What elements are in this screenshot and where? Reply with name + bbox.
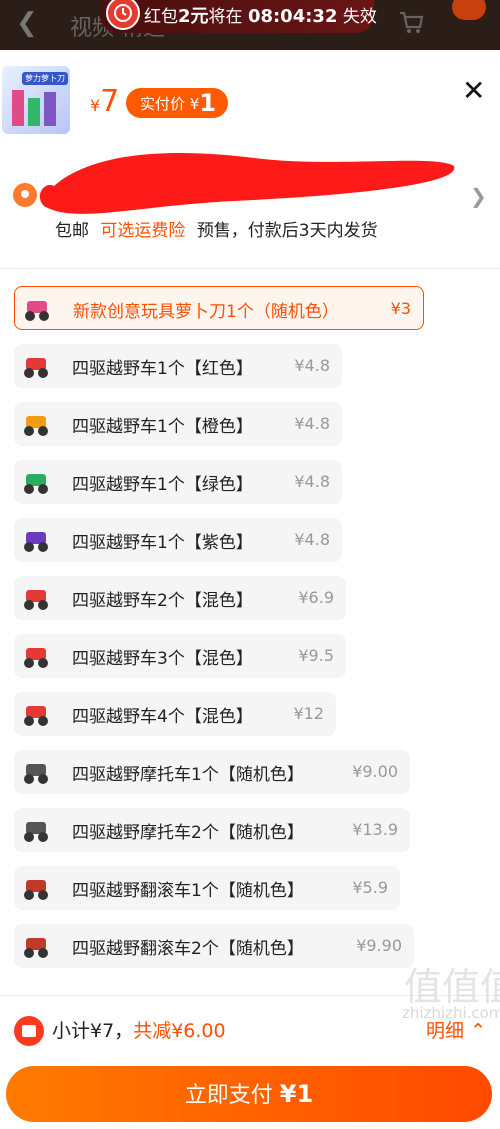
toy-car-icon [20, 814, 52, 846]
paid-symbol: ¥ [189, 95, 200, 113]
sku-option[interactable]: 四驱越野车1个【橙色】 ¥4.8 [14, 402, 342, 446]
option-name: 四驱越野翻滚车1个【随机色】 [72, 881, 304, 901]
alarm-clock-icon [106, 0, 140, 30]
option-name: 四驱越野车1个【紫色】 [72, 533, 253, 553]
sku-option[interactable]: 四驱越野摩托车2个【随机色】 ¥13.9 [14, 808, 410, 852]
option-name: 四驱越野翻滚车2个【随机色】 [72, 939, 304, 959]
pay-now-button[interactable]: 立即支付 ¥1 [6, 1066, 492, 1122]
sku-option[interactable]: 四驱越野车4个【混色】 ¥12 [14, 692, 336, 736]
toy-car-icon [20, 698, 52, 730]
option-price: ¥13.9 [352, 820, 398, 839]
option-name: 四驱越野车2个【混色】 [72, 591, 253, 611]
banner-middle: 将在 [208, 7, 243, 27]
option-name: 四驱越野车4个【混色】 [72, 707, 253, 727]
toy-car-icon [20, 466, 52, 498]
option-name: 四驱越野车1个【红色】 [72, 359, 253, 379]
watermark-url: zhizhizhi.com [402, 1004, 500, 1022]
paid-value: 1 [199, 89, 217, 117]
toy-car-icon [20, 930, 52, 962]
option-name: 四驱越野车3个【混色】 [72, 649, 253, 669]
banner-prefix: 红包 [144, 7, 178, 27]
banner-amount: 2元 [178, 6, 209, 27]
option-price: ¥9.90 [356, 936, 402, 955]
presale-note: 预售，付款后3天内发货 [196, 221, 378, 241]
toy-car-icon [21, 293, 53, 325]
discount-total: 共减¥6.00 [133, 1020, 226, 1042]
checkout-footer: 小计¥7，共减¥6.00 明细 ⌃ 立即支付 ¥1 值值值 zhizhizhi.… [0, 965, 500, 1129]
pay-amount: ¥1 [279, 1080, 314, 1108]
banner-suffix: 失效 [342, 7, 377, 27]
paid-price-badge: 实付价 ¥1 [126, 88, 229, 118]
pay-label: 立即支付 [184, 1083, 273, 1108]
option-price: ¥9.5 [298, 646, 334, 665]
close-icon[interactable]: ✕ [462, 74, 485, 107]
chevron-right-icon[interactable]: ❯ [470, 184, 487, 208]
sku-option[interactable]: 四驱越野车3个【混色】 ¥9.5 [14, 634, 346, 678]
red-packet-banner: 红包2元将在 08:04:32 失效 [100, 0, 377, 33]
paid-label: 实付价 [140, 95, 186, 113]
option-price: ¥9.00 [352, 762, 398, 781]
toy-car-icon [20, 524, 52, 556]
sku-option[interactable]: 四驱越野摩托车1个【随机色】 ¥9.00 [14, 750, 410, 794]
option-price: ¥4.8 [294, 356, 330, 375]
cart-icon[interactable] [398, 9, 424, 35]
redaction-scribble [39, 153, 455, 214]
option-price: ¥4.8 [294, 472, 330, 491]
toy-car-icon [20, 640, 52, 672]
avatar[interactable] [452, 0, 486, 20]
toy-car-icon [20, 350, 52, 382]
purchase-sheet: 萝力萝卜刀 ¥7 实付价 ¥1 ✕ ❯ 包邮 可选运费险 预售，付款后3天内发货… [0, 50, 500, 1129]
option-price: ¥5.9 [352, 878, 388, 897]
back-arrow-icon[interactable]: ❮ [16, 8, 38, 38]
divider [0, 268, 500, 269]
sku-option[interactable]: 四驱越野车1个【绿色】 ¥4.8 [14, 460, 342, 504]
product-thumbnail[interactable]: 萝力萝卜刀 [2, 66, 70, 134]
toy-car-icon [20, 408, 52, 440]
option-name: 四驱越野摩托车1个【随机色】 [72, 765, 304, 785]
sku-option[interactable]: 四驱越野车1个【紫色】 ¥4.8 [14, 518, 342, 562]
option-name: 四驱越野车1个【绿色】 [72, 475, 253, 495]
sku-option[interactable]: 四驱越野车2个【混色】 ¥6.9 [14, 576, 346, 620]
option-name: 四驱越野摩托车2个【随机色】 [72, 823, 304, 843]
subtotal: 小计¥7，共减¥6.00 [52, 1016, 226, 1043]
coupon-ticket-icon [14, 1016, 44, 1046]
option-name: 新款创意玩具萝卜刀1个（随机色） [73, 302, 339, 322]
option-price: ¥3 [390, 299, 411, 318]
option-price: ¥4.8 [294, 414, 330, 433]
toy-car-icon [20, 756, 52, 788]
shipping-info: 包邮 可选运费险 预售，付款后3天内发货 [55, 216, 378, 241]
location-pin-icon [13, 183, 37, 207]
option-price: ¥6.9 [298, 588, 334, 607]
price-symbol: ¥ [90, 96, 101, 115]
chevron-up-icon: ⌃ [470, 1020, 486, 1042]
countdown-time: 08:04:32 [247, 6, 338, 27]
option-name: 四驱越野车1个【橙色】 [72, 417, 253, 437]
toy-car-icon [20, 582, 52, 614]
shipping-insurance-link[interactable]: 可选运费险 [100, 221, 185, 241]
sku-option[interactable]: 新款创意玩具萝卜刀1个（随机色） ¥3 [14, 286, 424, 330]
subtotal-label: 小计¥7， [52, 1020, 134, 1042]
price-value: 7 [100, 84, 120, 119]
sku-option[interactable]: 四驱越野车1个【红色】 ¥4.8 [14, 344, 342, 388]
product-price: ¥7 [90, 84, 119, 119]
detail-label: 明细 [426, 1020, 465, 1042]
toy-car-icon [20, 872, 52, 904]
option-price: ¥4.8 [294, 530, 330, 549]
sku-option[interactable]: 四驱越野翻滚车1个【随机色】 ¥5.9 [14, 866, 400, 910]
thumb-label: 萝力萝卜刀 [22, 72, 68, 85]
option-price: ¥12 [293, 704, 324, 723]
watermark-logo: 值值值 [404, 965, 500, 1009]
free-shipping: 包邮 [55, 221, 89, 241]
sku-option[interactable]: 四驱越野翻滚车2个【随机色】 ¥9.90 [14, 924, 414, 968]
